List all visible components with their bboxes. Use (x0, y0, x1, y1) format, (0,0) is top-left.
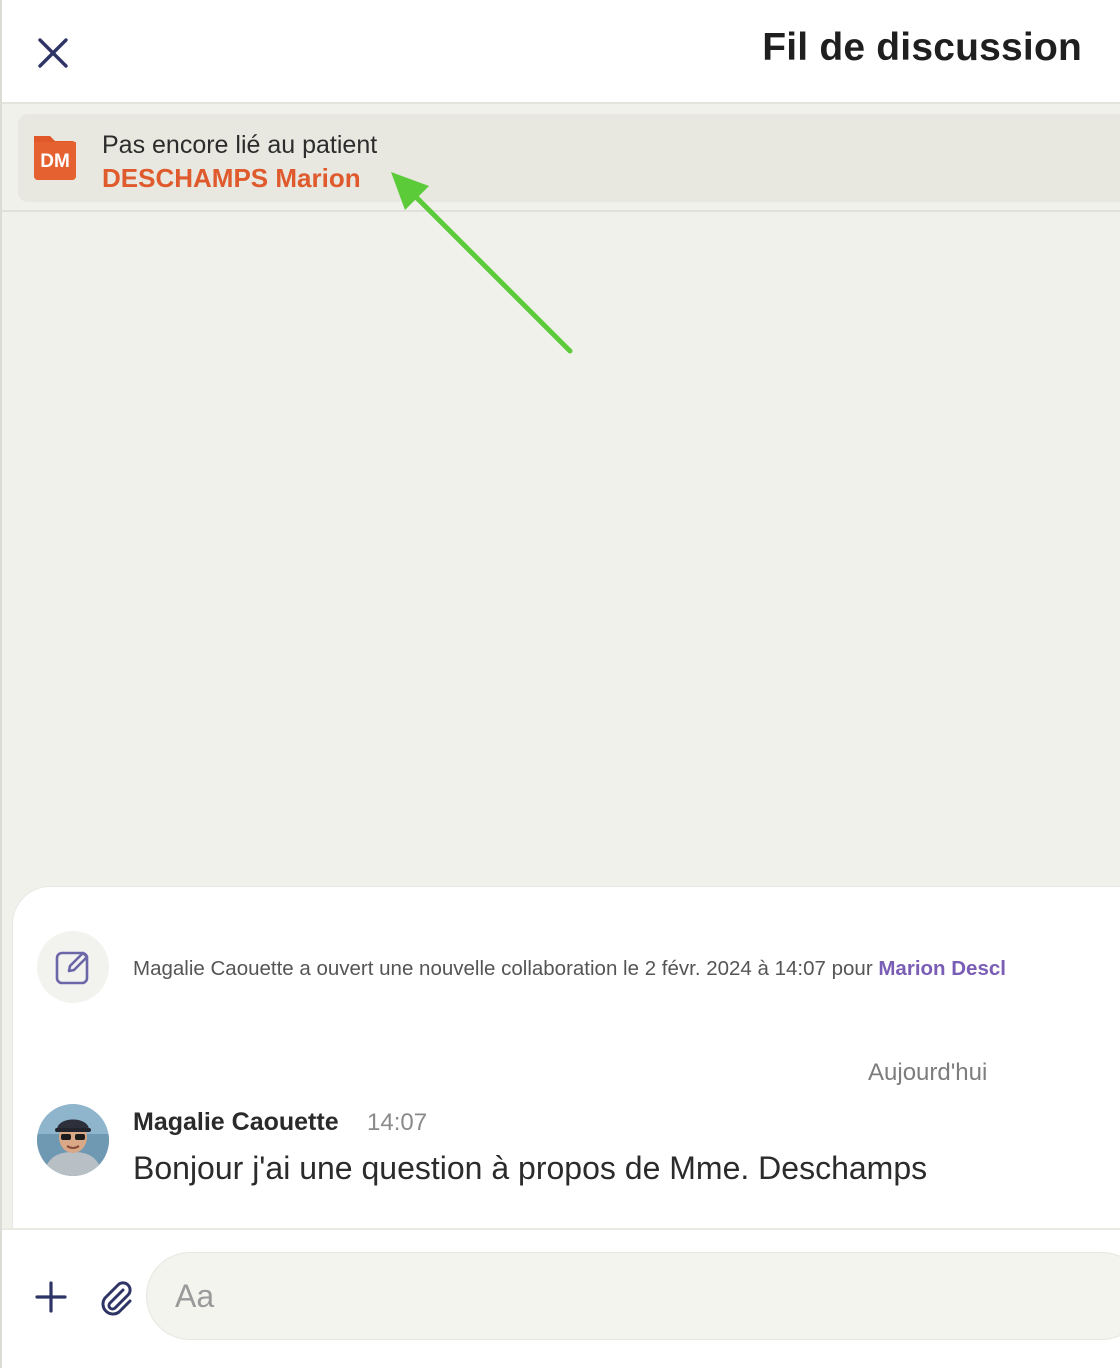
patient-banner-area: DM Pas encore lié au patient DESCHAMPS M… (2, 104, 1120, 212)
close-icon (38, 38, 68, 68)
message-time: 14:07 (367, 1109, 428, 1136)
date-separator: Aujourd'hui (868, 1059, 988, 1086)
patient-initials: DM (40, 151, 70, 172)
patient-banner[interactable]: DM Pas encore lié au patient DESCHAMPS M… (18, 114, 1120, 202)
close-button[interactable] (30, 30, 76, 76)
collaboration-patient-link[interactable]: Marion Descl (878, 957, 1006, 980)
message-author: Magalie Caouette (133, 1108, 339, 1136)
message-input[interactable] (146, 1252, 1120, 1340)
add-button[interactable] (32, 1278, 70, 1316)
edit-note-icon (55, 951, 89, 985)
paperclip-icon (101, 1281, 132, 1316)
discussion-panel: Fil de discussion DM Pas encore lié au p… (0, 0, 1120, 1368)
message-thread: Magalie Caouette a ouvert une nouvelle c… (12, 886, 1120, 1228)
panel-title: Fil de discussion (762, 26, 1082, 69)
message-composer (2, 1228, 1120, 1368)
plus-icon (35, 1281, 67, 1313)
patient-link-status: Pas encore lié au patient (102, 131, 378, 159)
patient-name: DESCHAMPS Marion (102, 163, 361, 193)
avatar[interactable] (37, 1104, 109, 1176)
patient-folder-icon: DM (30, 132, 80, 184)
collaboration-event-text: Magalie Caouette a ouvert une nouvelle c… (133, 957, 1006, 981)
message-text: Bonjour j'ai une question à propos de Mm… (133, 1150, 928, 1186)
panel-header: Fil de discussion (2, 0, 1120, 104)
collaboration-event-description: Magalie Caouette a ouvert une nouvelle c… (133, 957, 879, 980)
attach-button[interactable] (96, 1278, 136, 1318)
collaboration-event-badge (37, 931, 109, 1003)
